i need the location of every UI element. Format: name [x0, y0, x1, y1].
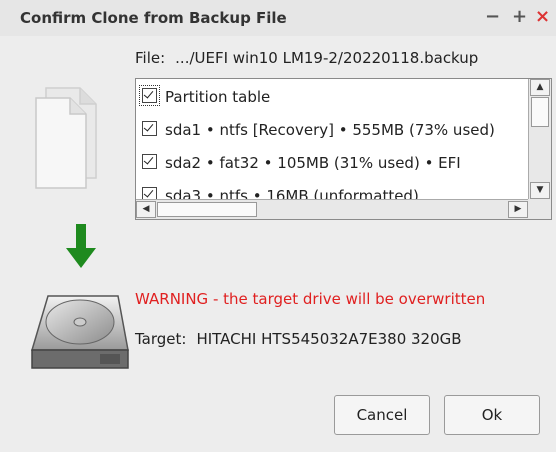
hard-disk-icon — [30, 295, 129, 369]
close-button[interactable]: × — [535, 6, 550, 27]
scroll-left-button[interactable]: ◀ — [136, 201, 156, 218]
partition-item[interactable]: sda2 • fat32 • 105MB (31% used) • EFI — [142, 148, 461, 178]
arrow-down-icon — [66, 224, 96, 268]
vertical-scroll-thumb[interactable] — [531, 97, 549, 127]
ok-button[interactable]: Ok — [444, 395, 540, 435]
minimize-button[interactable]: − — [485, 6, 500, 27]
horizontal-scroll-thumb[interactable] — [157, 202, 257, 217]
file-label: File: — [135, 49, 166, 67]
horizontal-scrollbar[interactable]: ◀ ▶ — [136, 199, 528, 219]
target-line: Target: HITACHI HTS545032A7E380 320GB — [135, 330, 462, 348]
checkbox-partition-table[interactable] — [139, 85, 160, 106]
cancel-button[interactable]: Cancel — [334, 395, 430, 435]
window-title: Confirm Clone from Backup File — [20, 9, 287, 27]
partition-list-items: Partition table sda1 • ntfs [Recovery] •… — [136, 79, 528, 199]
target-label: Target: — [135, 330, 187, 348]
scroll-down-button[interactable]: ▼ — [530, 182, 550, 199]
partition-item[interactable]: sda1 • ntfs [Recovery] • 555MB (73% used… — [142, 115, 495, 145]
checkbox-sda3[interactable] — [142, 187, 157, 199]
maximize-button[interactable]: + — [512, 6, 527, 27]
partition-item-label: Partition table — [165, 88, 271, 106]
scrollbar-corner — [528, 199, 551, 219]
document-icon — [35, 87, 97, 189]
scroll-up-button[interactable]: ▲ — [530, 79, 550, 96]
vertical-scrollbar[interactable]: ▲ ▼ — [528, 79, 551, 199]
partition-item-label: sda3 • ntfs • 16MB (unformatted) — [165, 187, 419, 199]
title-bar[interactable]: Confirm Clone from Backup File − + × — [0, 0, 556, 36]
overwrite-warning: WARNING - the target drive will be overw… — [135, 290, 486, 308]
file-path: .../UEFI win10 LM19-2/20220118.backup — [175, 49, 479, 67]
scroll-right-button[interactable]: ▶ — [508, 201, 528, 218]
partition-item-label: sda2 • fat32 • 105MB (31% used) • EFI — [165, 154, 461, 172]
partition-item-label: sda1 • ntfs [Recovery] • 555MB (73% used… — [165, 121, 495, 139]
partition-item[interactable]: Partition table — [139, 82, 271, 112]
partition-list[interactable]: Partition table sda1 • ntfs [Recovery] •… — [135, 78, 552, 220]
checkbox-sda2[interactable] — [142, 154, 157, 169]
partition-item[interactable]: sda3 • ntfs • 16MB (unformatted) — [142, 181, 419, 199]
target-drive: HITACHI HTS545032A7E380 320GB — [196, 330, 462, 348]
file-line: File: .../UEFI win10 LM19-2/20220118.back… — [135, 49, 478, 67]
checkbox-sda1[interactable] — [142, 121, 157, 136]
